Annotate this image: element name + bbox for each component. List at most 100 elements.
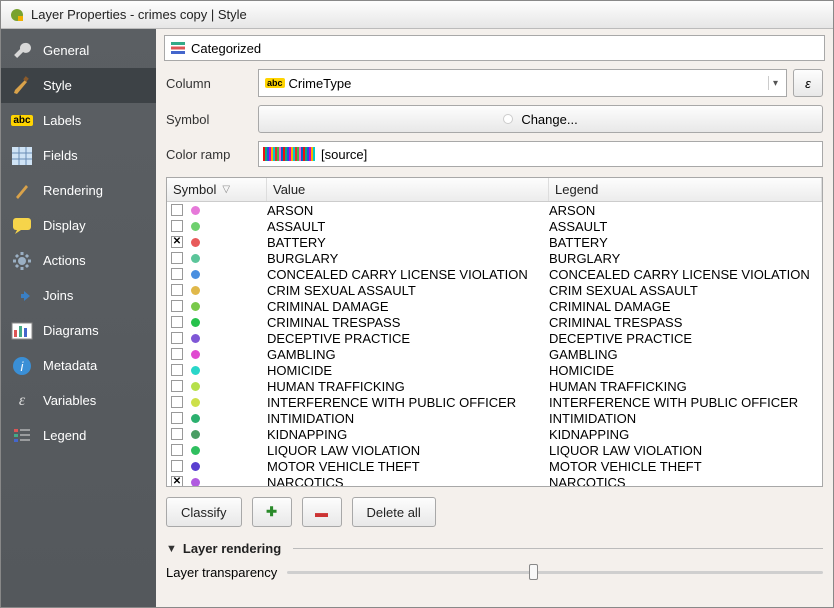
grid-icon — [11, 145, 33, 167]
row-checkbox[interactable] — [171, 220, 183, 232]
paint-icon — [11, 180, 33, 202]
sidebar-item-labels[interactable]: abc Labels — [1, 103, 156, 138]
qgis-icon — [9, 7, 25, 23]
row-legend: DECEPTIVE PRACTICE — [549, 331, 822, 346]
sidebar-item-general[interactable]: General — [1, 33, 156, 68]
change-label: Change... — [521, 112, 577, 127]
sidebar-item-style[interactable]: Style — [1, 68, 156, 103]
table-row[interactable]: ARSONARSON — [167, 202, 822, 218]
sidebar-item-legend[interactable]: Legend — [1, 418, 156, 453]
row-checkbox[interactable] — [171, 364, 183, 376]
symbol-swatch — [191, 430, 200, 439]
add-category-button[interactable]: ✚ — [252, 497, 292, 527]
row-value: ASSAULT — [267, 219, 549, 234]
symbol-swatch — [191, 318, 200, 327]
sidebar-item-variables[interactable]: εVariables — [1, 383, 156, 418]
table-row[interactable]: ASSAULTASSAULT — [167, 218, 822, 234]
row-checkbox[interactable] — [171, 316, 183, 328]
row-legend: CRIM SEXUAL ASSAULT — [549, 283, 822, 298]
sidebar-item-metadata[interactable]: iMetadata — [1, 348, 156, 383]
table-row[interactable]: CRIMINAL DAMAGECRIMINAL DAMAGE — [167, 298, 822, 314]
table-row[interactable]: KIDNAPPINGKIDNAPPING — [167, 426, 822, 442]
symbol-swatch — [191, 382, 200, 391]
row-checkbox[interactable] — [171, 460, 183, 472]
wrench-icon — [11, 40, 33, 62]
table-row[interactable]: MOTOR VEHICLE THEFTMOTOR VEHICLE THEFT — [167, 458, 822, 474]
table-row[interactable]: BURGLARYBURGLARY — [167, 250, 822, 266]
row-checkbox[interactable]: ✕ — [171, 476, 183, 487]
header-value[interactable]: Value — [267, 178, 549, 201]
sidebar-item-display[interactable]: Display — [1, 208, 156, 243]
sidebar: GeneralStyle abc Labels Fields RenderingDisp… — [1, 29, 156, 607]
table-row[interactable]: LIQUOR LAW VIOLATIONLIQUOR LAW VIOLATION — [167, 442, 822, 458]
slider-thumb[interactable] — [529, 564, 538, 580]
sidebar-item-rendering[interactable]: Rendering — [1, 173, 156, 208]
symbol-change-button[interactable]: Change... — [258, 105, 823, 133]
table-row[interactable]: ✕NARCOTICSNARCOTICS — [167, 474, 822, 487]
symbol-swatch — [191, 254, 200, 263]
row-legend: ARSON — [549, 203, 822, 218]
row-value: HUMAN TRAFFICKING — [267, 379, 549, 394]
table-row[interactable]: GAMBLINGGAMBLING — [167, 346, 822, 362]
table-row[interactable]: CRIMINAL TRESPASSCRIMINAL TRESPASS — [167, 314, 822, 330]
remove-category-button[interactable]: ▬ — [302, 497, 342, 527]
table-row[interactable]: CONCEALED CARRY LICENSE VIOLATIONCONCEAL… — [167, 266, 822, 282]
row-checkbox[interactable] — [171, 412, 183, 424]
row-checkbox[interactable] — [171, 444, 183, 456]
symbol-swatch — [191, 206, 200, 215]
sidebar-item-joins[interactable]: Joins — [1, 278, 156, 313]
classify-button[interactable]: Classify — [166, 497, 242, 527]
row-checkbox[interactable]: ✕ — [171, 236, 183, 248]
sidebar-item-diagrams[interactable]: Diagrams — [1, 313, 156, 348]
layer-rendering-section[interactable]: ▼ Layer rendering — [166, 541, 823, 556]
symbol-swatch — [191, 414, 200, 423]
row-legend: CONCEALED CARRY LICENSE VIOLATION — [549, 267, 822, 282]
join-icon — [11, 285, 33, 307]
row-checkbox[interactable] — [171, 396, 183, 408]
table-row[interactable]: DECEPTIVE PRACTICEDECEPTIVE PRACTICE — [167, 330, 822, 346]
row-checkbox[interactable] — [171, 252, 183, 264]
symbol-swatch — [191, 366, 200, 375]
row-value: DECEPTIVE PRACTICE — [267, 331, 549, 346]
row-checkbox[interactable] — [171, 268, 183, 280]
table-row[interactable]: ✕BATTERYBATTERY — [167, 234, 822, 250]
row-legend: BURGLARY — [549, 251, 822, 266]
table-row[interactable]: HOMICIDEHOMICIDE — [167, 362, 822, 378]
row-checkbox[interactable] — [171, 204, 183, 216]
chevron-down-icon: ▾ — [768, 76, 782, 90]
symbol-swatch — [191, 446, 200, 455]
row-checkbox[interactable] — [171, 332, 183, 344]
sidebar-item-actions[interactable]: Actions — [1, 243, 156, 278]
color-ramp-label: Color ramp — [166, 147, 246, 162]
row-checkbox[interactable] — [171, 348, 183, 360]
column-dropdown[interactable]: abc CrimeType ▾ — [258, 69, 787, 97]
transparency-slider[interactable] — [287, 562, 823, 582]
table-row[interactable]: HUMAN TRAFFICKINGHUMAN TRAFFICKING — [167, 378, 822, 394]
layer-properties-window: Layer Properties - crimes copy | Style G… — [0, 0, 834, 608]
row-value: CRIM SEXUAL ASSAULT — [267, 283, 549, 298]
table-row[interactable]: CRIM SEXUAL ASSAULTCRIM SEXUAL ASSAULT — [167, 282, 822, 298]
color-ramp-dropdown[interactable]: [source] — [258, 141, 823, 167]
row-legend: CRIMINAL DAMAGE — [549, 299, 822, 314]
abc-icon: abc — [11, 110, 33, 132]
expression-button[interactable]: ε — [793, 69, 823, 97]
header-symbol[interactable]: Symbol ▽ — [167, 178, 267, 201]
row-checkbox[interactable] — [171, 380, 183, 392]
renderer-type-dropdown[interactable]: Categorized — [164, 35, 825, 61]
header-legend[interactable]: Legend — [549, 178, 822, 201]
sidebar-item-label: Legend — [43, 428, 86, 443]
titlebar: Layer Properties - crimes copy | Style — [1, 1, 833, 29]
row-checkbox[interactable] — [171, 300, 183, 312]
sidebar-item-label: Fields — [43, 148, 78, 163]
symbol-preview-dot — [503, 114, 513, 124]
delete-all-button[interactable]: Delete all — [352, 497, 436, 527]
table-row[interactable]: INTIMIDATIONINTIMIDATION — [167, 410, 822, 426]
symbol-swatch — [191, 222, 200, 231]
sidebar-item-fields[interactable]: Fields — [1, 138, 156, 173]
minus-icon: ▬ — [315, 505, 328, 520]
row-checkbox[interactable] — [171, 428, 183, 440]
sidebar-item-label: Labels — [43, 113, 81, 128]
row-value: KIDNAPPING — [267, 427, 549, 442]
table-row[interactable]: INTERFERENCE WITH PUBLIC OFFICERINTERFER… — [167, 394, 822, 410]
row-checkbox[interactable] — [171, 284, 183, 296]
